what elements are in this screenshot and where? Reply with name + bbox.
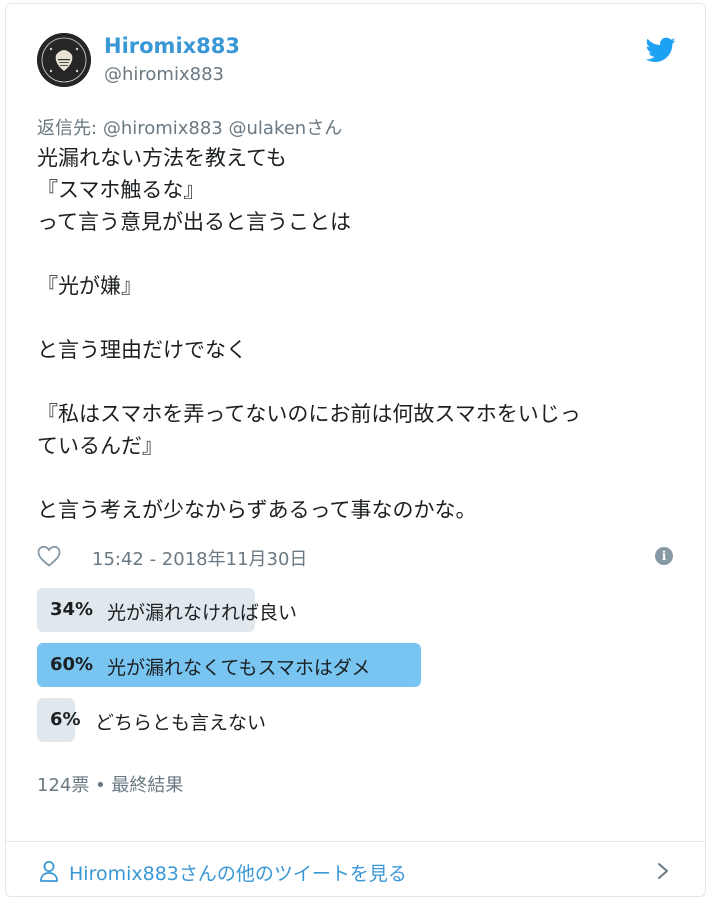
twitter-bird-icon[interactable]	[646, 37, 676, 63]
reply-to-mentions[interactable]: @hiromix883 @ulaken	[103, 118, 306, 139]
poll-option-label: どちらとも言えない	[95, 712, 267, 734]
more-tweets-link[interactable]: Hiromix883さんの他のツイートを見る	[69, 859, 407, 886]
avatar[interactable]	[37, 33, 91, 87]
info-icon[interactable]: i	[655, 547, 673, 565]
poll-option-percent: 6%	[50, 709, 81, 730]
poll-option: 34% 光が漏れなければ良い	[37, 588, 677, 632]
author-display-name[interactable]: Hiromix883	[104, 34, 240, 58]
poll-option: 60% 光が漏れなくてもスマホはダメ	[37, 643, 677, 687]
reply-to-line: 返信先: @hiromix883 @ulakenさん	[37, 114, 342, 140]
tweet-meta-row: 15:42 - 2018年11月30日 i	[37, 542, 677, 572]
avatar-image	[37, 33, 91, 87]
tweet-text: 光漏れない方法を教えても 『スマホ触るな』 って言う意見が出ると言うことは 『光…	[37, 146, 581, 522]
poll-option-label: 光が漏れなければ良い	[107, 602, 298, 624]
more-tweets-footer[interactable]: Hiromix883さんの他のツイートを見る	[6, 842, 705, 898]
reply-to-suffix: さん	[306, 118, 343, 139]
poll-option-percent: 34%	[50, 599, 94, 620]
person-icon	[40, 861, 58, 882]
poll-option-label: 光が漏れなくてもスマホはダメ	[107, 657, 371, 679]
chevron-right-icon[interactable]	[656, 862, 670, 880]
poll-option-percent: 60%	[50, 654, 94, 675]
author-handle[interactable]: @hiromix883	[104, 64, 224, 85]
reply-to-prefix: 返信先:	[37, 118, 98, 139]
heart-icon[interactable]	[37, 545, 61, 567]
tweet-timestamp[interactable]: 15:42 - 2018年11月30日	[92, 545, 307, 571]
poll-summary: 124票 • 最終結果	[37, 775, 184, 796]
poll: 34% 光が漏れなければ良い 60% 光が漏れなくてもスマホはダメ 6% どちらとも言えな…	[37, 588, 677, 753]
poll-option: 6% どちらとも言えない	[37, 698, 677, 742]
embedded-tweet-card: Hiromix883 @hiromix883 返信先: @hiromix883 …	[5, 3, 706, 897]
